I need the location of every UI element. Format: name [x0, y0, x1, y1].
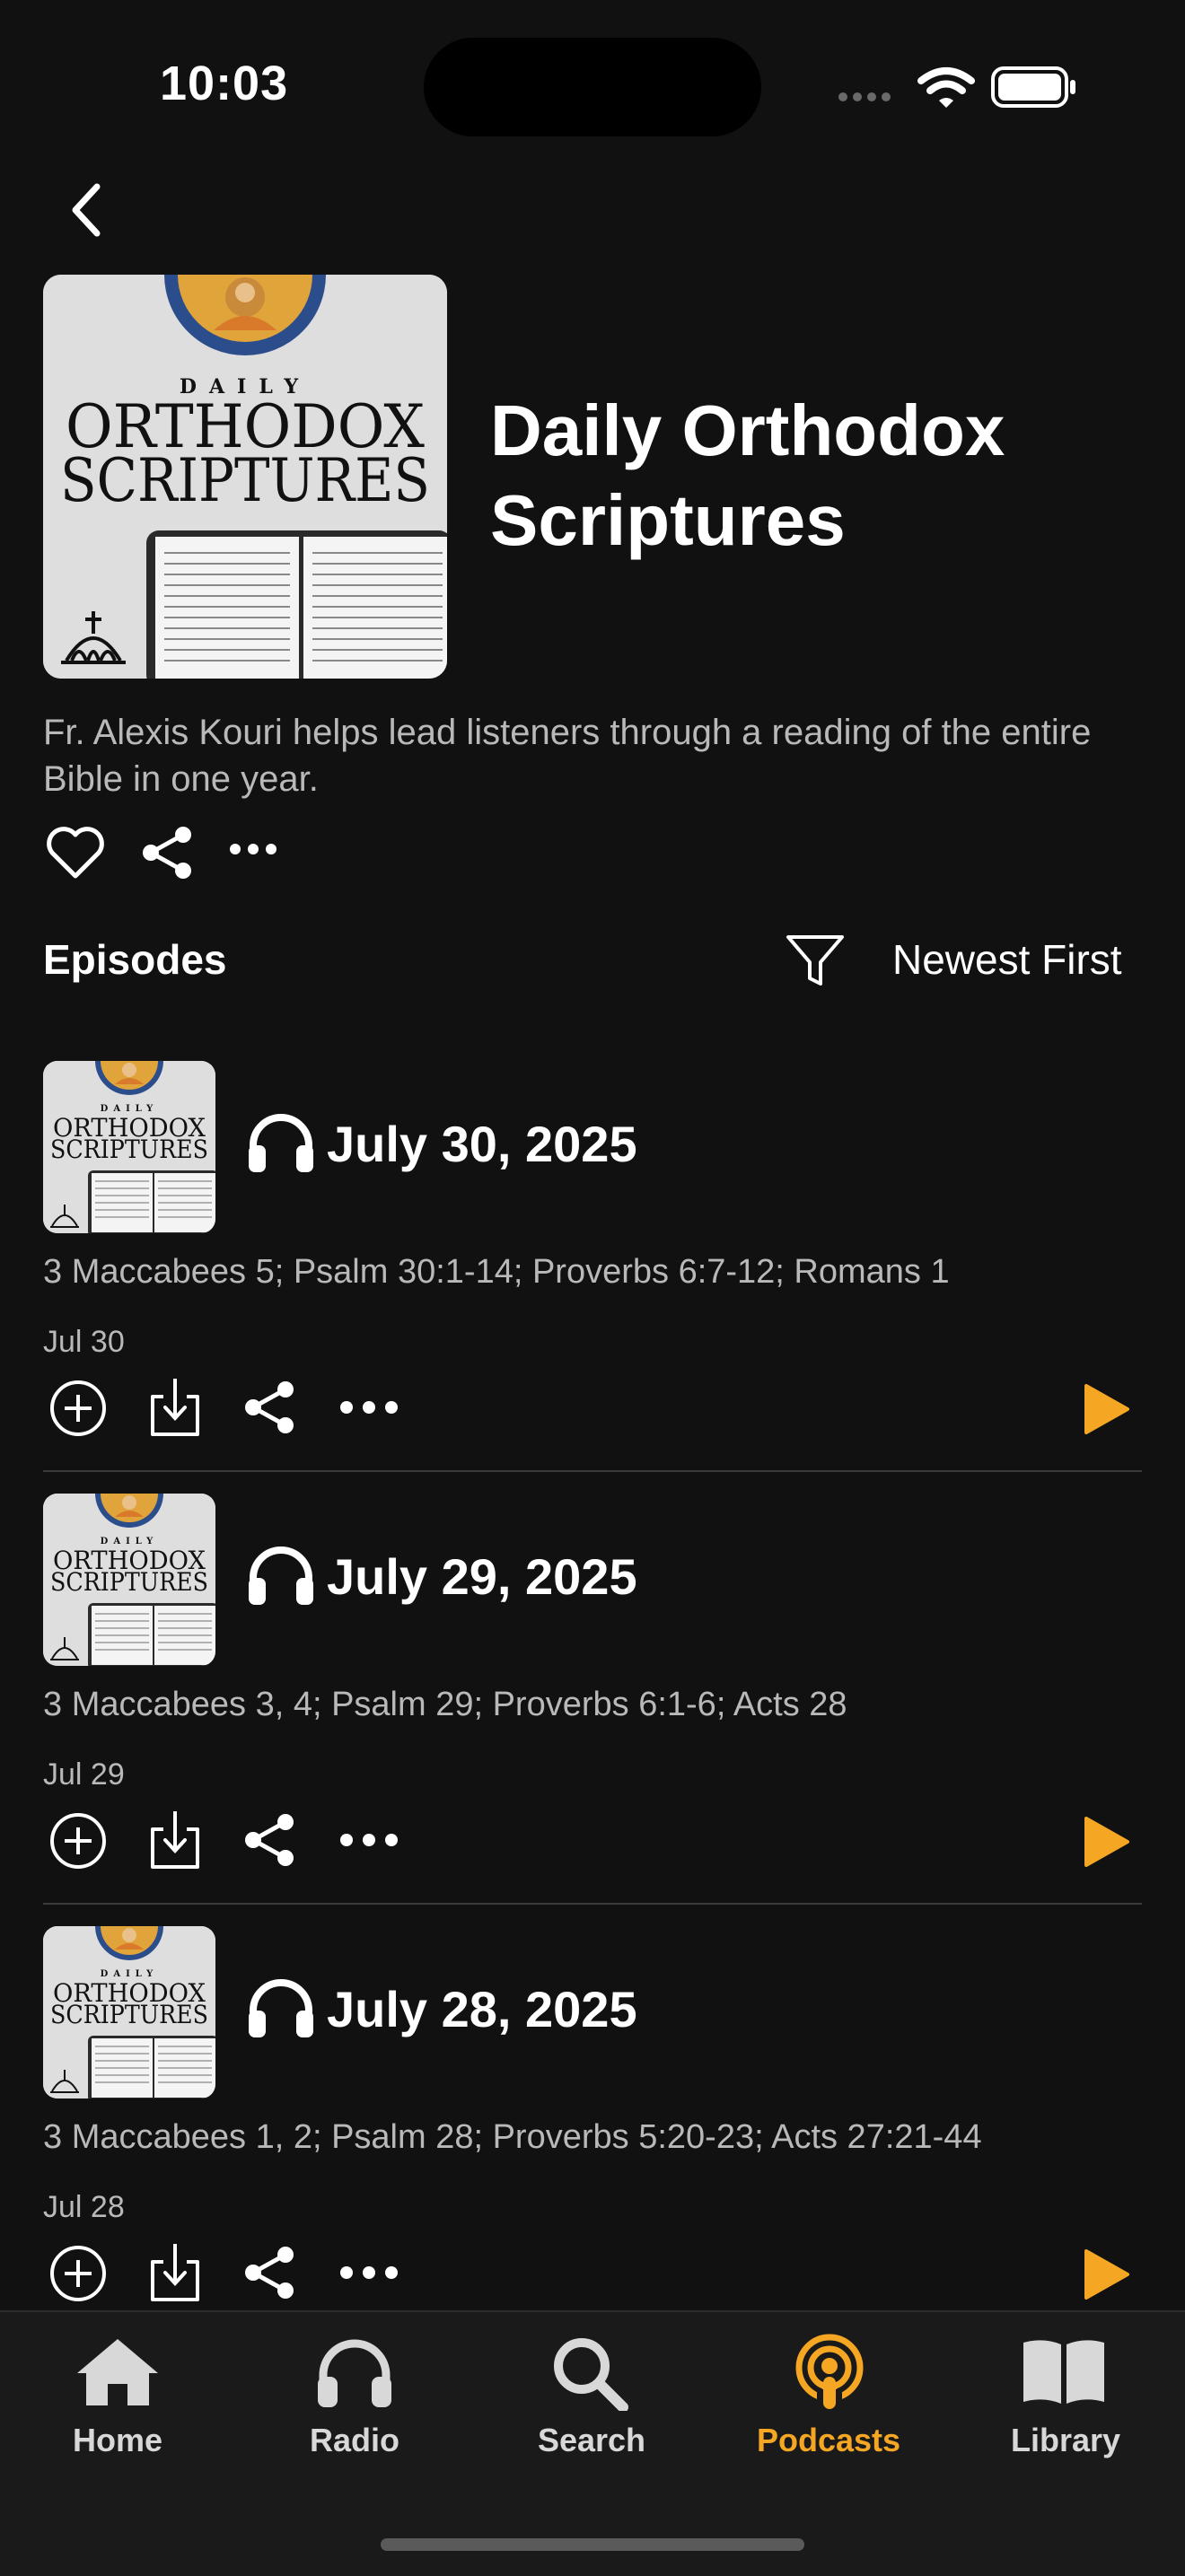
more-icon[interactable] [338, 2264, 400, 2282]
svg-text:SCRIPTURES: SCRIPTURES [50, 2000, 208, 2029]
podcast-title: Daily Orthodox Scriptures [490, 390, 1005, 560]
tab-radio[interactable]: Radio [247, 2422, 462, 2459]
episode-artwork: DAILY ORTHODOX SCRIPTURES [43, 1926, 215, 2098]
tab-home[interactable]: Home [10, 2422, 225, 2459]
share-icon[interactable] [140, 824, 196, 881]
add-circle-icon[interactable] [48, 1379, 108, 1438]
headphones-icon [249, 1114, 313, 1172]
episode-date: Jul 29 [43, 1757, 125, 1792]
artwork-scriptures-text: SCRIPTURES [60, 446, 430, 515]
episode-artwork: DAILY ORTHODOX SCRIPTURES [43, 1494, 215, 1666]
svg-text:SCRIPTURES: SCRIPTURES [50, 1567, 208, 1597]
episode-title[interactable]: July 30, 2025 [327, 1115, 637, 1173]
podcast-description: Fr. Alexis Kouri helps lead listeners th… [43, 713, 1092, 799]
add-circle-icon[interactable] [48, 2244, 108, 2303]
back-chevron-icon[interactable] [65, 181, 110, 239]
episode-description: 3 Maccabees 1, 2; Psalm 28; Proverbs 5:2… [43, 2118, 982, 2156]
more-icon[interactable] [338, 1831, 400, 1849]
book-icon[interactable] [1020, 2337, 1108, 2405]
battery-icon [991, 66, 1075, 108]
more-icon[interactable] [338, 1398, 400, 1416]
dynamic-island [424, 38, 761, 136]
podcast-icon[interactable] [790, 2334, 869, 2411]
play-icon[interactable] [1081, 2247, 1131, 2301]
episode-date: Jul 30 [43, 1325, 125, 1359]
tab-library[interactable]: Library [958, 2422, 1173, 2459]
download-icon[interactable] [147, 1808, 203, 1872]
magnifier-icon[interactable] [551, 2335, 628, 2411]
share-icon[interactable] [242, 2244, 298, 2301]
heart-icon[interactable] [45, 826, 106, 880]
headphones-icon [249, 1979, 313, 2037]
download-icon[interactable] [147, 2240, 203, 2305]
add-circle-icon[interactable] [48, 1811, 108, 1871]
episode-divider [43, 1903, 1142, 1905]
tab-search[interactable]: Search [484, 2422, 699, 2459]
play-icon[interactable] [1081, 1815, 1131, 1869]
episode-date: Jul 28 [43, 2190, 125, 2224]
headphones-icon [249, 1546, 313, 1605]
share-icon[interactable] [242, 1811, 298, 1869]
episodes-heading: Episodes [43, 936, 227, 983]
episode-description: 3 Maccabees 3, 4; Psalm 29; Proverbs 6:1… [43, 1686, 847, 1723]
headphones-icon[interactable] [314, 2335, 395, 2409]
share-icon[interactable] [242, 1379, 298, 1436]
svg-text:SCRIPTURES: SCRIPTURES [50, 1135, 208, 1164]
wifi-icon [917, 67, 975, 108]
download-icon[interactable] [147, 1375, 203, 1440]
episode-artwork: DAILY ORTHODOX SCRIPTURES [43, 1061, 215, 1233]
cellular-signal-icon [838, 90, 896, 106]
more-icon[interactable] [228, 840, 278, 858]
episode-divider [43, 1470, 1142, 1472]
filter-icon[interactable] [785, 933, 846, 989]
episode-description: 3 Maccabees 5; Psalm 30:1-14; Proverbs 6… [43, 1253, 950, 1291]
sort-button[interactable]: Newest First [892, 935, 1122, 984]
tab-podcasts[interactable]: Podcasts [721, 2422, 936, 2459]
status-time: 10:03 [160, 57, 289, 110]
play-icon[interactable] [1081, 1382, 1131, 1436]
episode-title[interactable]: July 29, 2025 [327, 1547, 637, 1606]
podcast-artwork: DAILY ORTHODOX SCRIPTURES [43, 275, 447, 679]
episode-title[interactable]: July 28, 2025 [327, 1980, 637, 2038]
house-icon[interactable] [72, 2334, 163, 2409]
home-indicator [381, 2538, 804, 2551]
